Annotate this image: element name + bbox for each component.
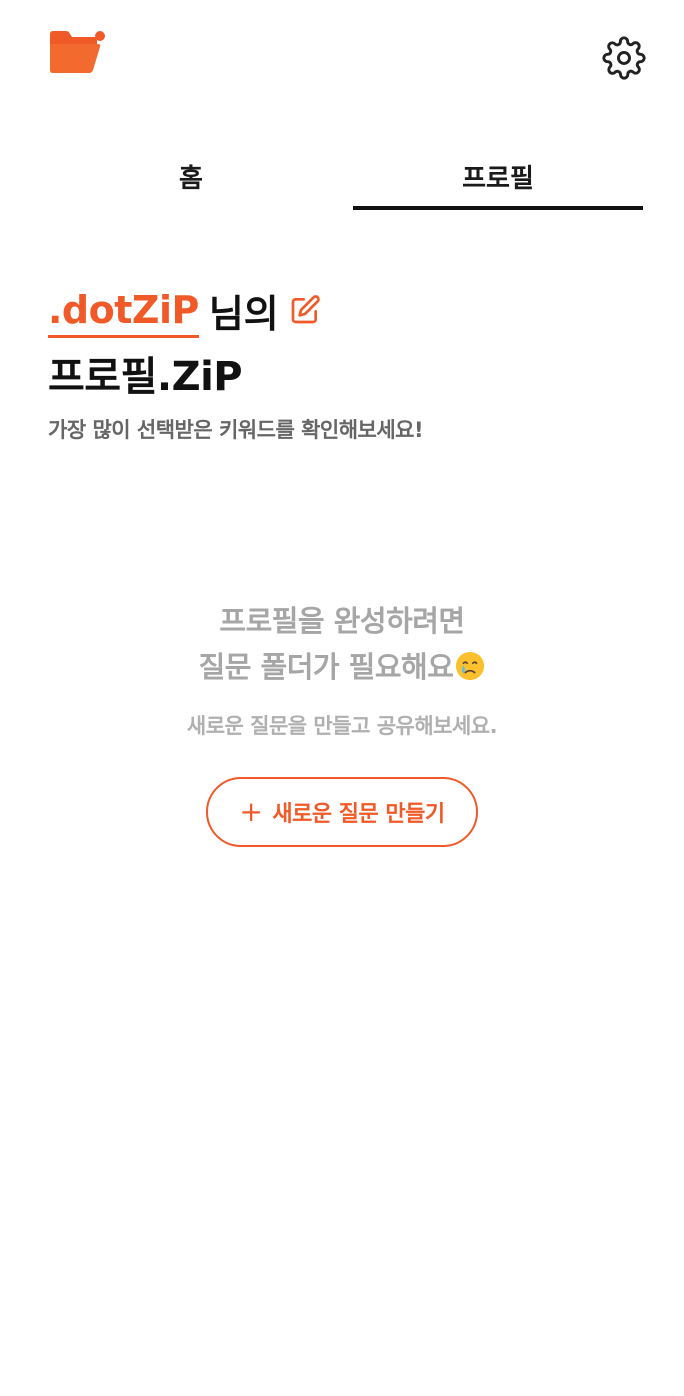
create-question-button[interactable]: + 새로운 질문 만들기 (206, 777, 478, 847)
empty-state-line2: 질문 폴더가 필요해요 (198, 650, 454, 684)
tab-bar: 홈 프로필 (0, 140, 684, 212)
profile-title: 프로필.ZiP (48, 354, 243, 400)
create-question-label: 새로운 질문 만들기 (272, 802, 445, 827)
empty-state-line2-row: 질문 폴더가 필요해요 (0, 644, 684, 690)
nickname-text: .dotZiP (48, 288, 199, 332)
profile-nickname: .dotZiP (48, 288, 199, 338)
folder-logo-icon[interactable] (48, 30, 106, 74)
empty-state-line1: 프로필을 완성하려면 (219, 604, 465, 638)
profile-name-row: .dotZiP 님의 (48, 284, 423, 338)
plus-icon: + (239, 795, 263, 828)
profile-header: .dotZiP 님의 프로필.ZiP 가장 많이 선택받은 키워드를 확인해보세… (48, 284, 424, 444)
gear-icon[interactable] (602, 36, 646, 80)
empty-state-subtitle: 새로운 질문을 만들고 공유해보세요. (186, 714, 498, 738)
active-tab-indicator (353, 206, 643, 210)
crying-face-icon (456, 651, 485, 681)
tab-home[interactable]: 홈 (40, 140, 342, 216)
pencil-edit-icon[interactable] (289, 294, 321, 326)
profile-description: 가장 많이 선택받은 키워드를 확인해보세요! (48, 418, 424, 442)
empty-state: 프로필을 완성하려면 질문 폴더가 필요해요 새로운 질문을 만들고 공유해보세… (0, 598, 684, 740)
nickname-underline (48, 335, 199, 338)
app-header (0, 0, 684, 110)
nickname-suffix: 님의 (208, 291, 279, 336)
